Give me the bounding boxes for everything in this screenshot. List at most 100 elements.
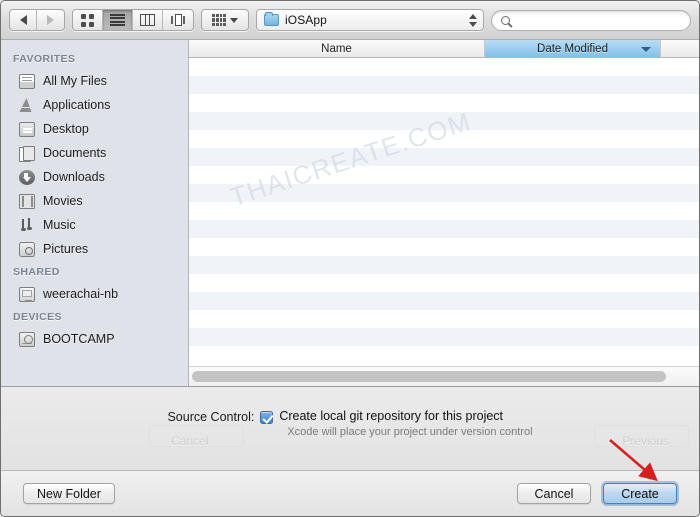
search-input[interactable] [515, 13, 681, 27]
all-my-files-icon [19, 73, 35, 89]
table-row[interactable] [189, 166, 699, 184]
table-row[interactable] [189, 328, 699, 346]
search-icon [501, 15, 510, 25]
table-row[interactable] [189, 238, 699, 256]
forward-button[interactable] [37, 10, 64, 30]
file-rows-container[interactable]: THAICREATE.COM [189, 58, 699, 366]
location-label: iOSApp [285, 13, 327, 27]
sidebar: FAVORITES All My Files Applications Desk… [1, 40, 189, 386]
footer-bar: New Folder Cancel Create [1, 470, 699, 516]
sidebar-item-label: BOOTCAMP [43, 332, 115, 346]
table-row[interactable] [189, 220, 699, 238]
table-row[interactable] [189, 112, 699, 130]
movies-icon [19, 193, 35, 209]
footer-right-buttons: Cancel Create [517, 483, 677, 504]
file-list-pane: Name Date Modified THAICREATE.COM [189, 40, 699, 386]
sidebar-item-label: All My Files [43, 74, 107, 88]
sidebar-item-movies[interactable]: Movies [1, 189, 188, 213]
documents-icon [19, 145, 35, 162]
table-row[interactable] [189, 202, 699, 220]
sidebar-item-weerachai-nb[interactable]: weerachai-nb [1, 282, 188, 306]
source-control-label: Source Control: [167, 410, 255, 424]
source-control-row: Source Control: Create local git reposit… [167, 409, 532, 438]
sort-descending-icon [641, 46, 651, 52]
sidebar-item-downloads[interactable]: Downloads [1, 165, 188, 189]
horizontal-scrollbar[interactable] [189, 366, 699, 386]
background-ghost-button-frame-2 [594, 425, 689, 447]
table-row[interactable] [189, 130, 699, 148]
column-header-row: Name Date Modified [189, 40, 699, 58]
navigation-buttons [9, 9, 65, 31]
column-header-name[interactable]: Name [189, 40, 485, 57]
sidebar-item-label: Music [43, 218, 76, 232]
icon-view-icon [81, 13, 94, 27]
table-row[interactable] [189, 256, 699, 274]
location-popup-button[interactable]: iOSApp [256, 9, 484, 31]
shared-computer-icon [19, 286, 35, 302]
column-header-label: Date Modified [537, 42, 608, 55]
sidebar-section-header-shared: SHARED [13, 266, 60, 278]
save-panel-dialog: iOSApp FAVORITES All My Files Applicatio… [0, 0, 700, 517]
table-row[interactable] [189, 58, 699, 76]
folder-icon [264, 12, 279, 26]
icon-view-button[interactable] [73, 10, 103, 30]
search-field[interactable] [491, 9, 691, 31]
table-row[interactable] [189, 274, 699, 292]
background-ghost-previous-label: Previous [622, 434, 669, 448]
column-view-icon [140, 14, 155, 26]
toolbar: iOSApp [1, 1, 699, 40]
disk-drive-icon [19, 331, 35, 347]
back-button[interactable] [10, 10, 37, 30]
view-mode-segmented-control [72, 9, 194, 31]
sidebar-item-label: Documents [43, 146, 107, 160]
table-row[interactable] [189, 148, 699, 166]
sidebar-item-label: Desktop [43, 122, 89, 136]
sidebar-item-label: Downloads [43, 170, 105, 184]
sidebar-section-header-favorites: FAVORITES [13, 53, 76, 65]
panel-body: FAVORITES All My Files Applications Desk… [1, 40, 699, 386]
table-row[interactable] [189, 346, 699, 364]
coverflow-view-button[interactable] [163, 10, 193, 30]
chevron-down-icon [230, 17, 238, 23]
sidebar-item-music[interactable]: Music [1, 213, 188, 237]
sidebar-item-label: Movies [43, 194, 83, 208]
sidebar-item-label: Pictures [43, 242, 89, 256]
sidebar-item-all-my-files[interactable]: All My Files [1, 69, 188, 93]
table-row[interactable] [189, 76, 699, 94]
table-row[interactable] [189, 94, 699, 112]
applications-icon [19, 98, 35, 113]
list-view-button[interactable] [103, 10, 133, 30]
sidebar-item-label: weerachai-nb [43, 287, 119, 301]
scrollbar-thumb[interactable] [192, 371, 666, 382]
create-button[interactable]: Create [603, 483, 677, 504]
music-icon [19, 218, 35, 233]
back-arrow-icon [19, 15, 27, 25]
cancel-button[interactable]: Cancel [517, 483, 591, 504]
table-row[interactable] [189, 184, 699, 202]
stepper-arrows-icon [469, 13, 477, 27]
create-git-repository-checkbox[interactable] [260, 411, 274, 424]
column-header-spacer [661, 40, 699, 57]
column-view-button[interactable] [133, 10, 163, 30]
sidebar-item-applications[interactable]: Applications [1, 93, 188, 117]
action-menu-button[interactable] [201, 9, 249, 31]
new-folder-button[interactable]: New Folder [23, 483, 115, 504]
sidebar-item-documents[interactable]: Documents [1, 141, 188, 165]
sidebar-item-bootcamp[interactable]: BOOTCAMP [1, 327, 188, 351]
downloads-icon [19, 169, 35, 185]
accessory-view: Cancel Previous Source Control: Create l… [1, 386, 699, 470]
column-header-label: Name [321, 42, 352, 55]
column-header-date-modified[interactable]: Date Modified [485, 40, 661, 57]
source-control-texts: Create local git repository for this pro… [279, 409, 532, 438]
list-view-icon [110, 14, 125, 26]
sidebar-item-desktop[interactable]: Desktop [1, 117, 188, 141]
table-row[interactable] [189, 310, 699, 328]
pictures-icon [19, 241, 35, 257]
forward-arrow-icon [47, 15, 54, 25]
sidebar-item-pictures[interactable]: Pictures [1, 237, 188, 261]
source-control-hint: Xcode will place your project under vers… [287, 426, 533, 438]
gear-grid-icon [212, 14, 226, 26]
table-row[interactable] [189, 292, 699, 310]
create-git-repository-label[interactable]: Create local git repository for this pro… [279, 409, 532, 423]
sidebar-item-label: Applications [43, 98, 111, 112]
